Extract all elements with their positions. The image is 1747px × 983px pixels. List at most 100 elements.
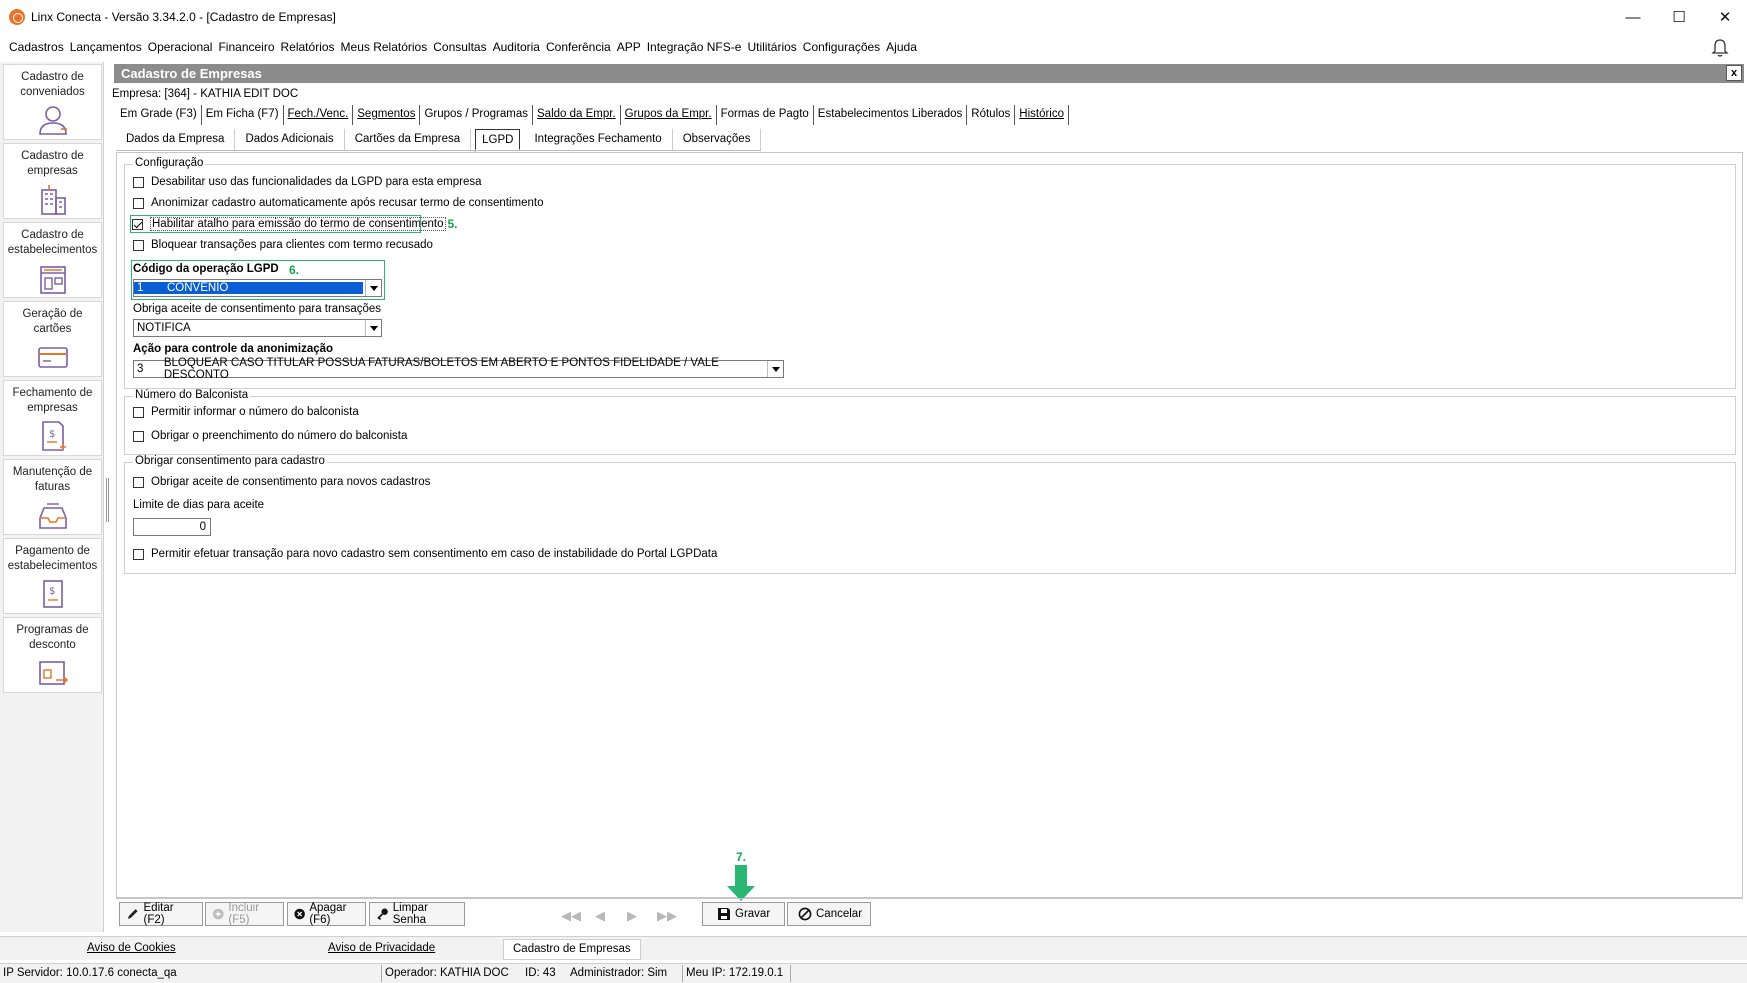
tab-fech-venc[interactable]: Fech./Venc.: [284, 105, 354, 125]
sidebar-item-label: Geração de cartões: [22, 308, 83, 335]
checkbox-row[interactable]: Permitir efetuar transação para novo cad…: [133, 548, 717, 560]
panel-close-button[interactable]: x: [1726, 65, 1742, 81]
sidebar-item-programas[interactable]: Programas de desconto: [3, 617, 102, 693]
tab-lgpd[interactable]: LGPD: [475, 129, 521, 150]
tab-em-grade[interactable]: Em Grade (F3): [116, 105, 202, 125]
acao-anonimizacao-select[interactable]: 3 BLOQUEAR CASO TITULAR POSSUA FATURAS/B…: [133, 357, 784, 381]
maximize-button[interactable]: ☐: [1656, 0, 1702, 34]
title-bar: Linx Conecta - Versão 3.34.2.0 - [Cadast…: [0, 0, 1747, 34]
tab-em-ficha[interactable]: Em Ficha (F7): [201, 105, 284, 125]
menu-relatorios[interactable]: Relatórios: [281, 40, 335, 54]
menu-lancamentos[interactable]: Lançamentos: [70, 40, 142, 54]
checkbox-anonimizar[interactable]: [133, 197, 144, 209]
incluir-button[interactable]: Incluir (F5): [205, 902, 284, 926]
last-record-icon[interactable]: ▶▶: [657, 908, 677, 923]
menu-auditoria[interactable]: Auditoria: [493, 40, 540, 54]
menu-meus-relatorios[interactable]: Meus Relatórios: [341, 40, 428, 54]
menu-conferencia[interactable]: Conferência: [546, 40, 611, 54]
status-id: ID: 43: [525, 967, 556, 979]
checkbox-row[interactable]: Permitir informar o número do balconista: [133, 406, 359, 418]
window-tab-cadastro-empresas[interactable]: Cadastro de Empresas: [503, 939, 641, 960]
obriga-aceite-select[interactable]: NOTIFICA: [133, 319, 382, 337]
checkbox-permitir-balconista[interactable]: [133, 406, 144, 418]
codigo-operacao-select[interactable]: 1 CONVÊNIO: [133, 279, 382, 297]
sidebar-item-conveniados[interactable]: Cadastro de conveniados: [3, 64, 102, 140]
checkbox-row[interactable]: Habilitar atalho para emissão do termo d…: [130, 215, 458, 233]
checkbox-row[interactable]: Desabilitar uso das funcionalidades da L…: [133, 176, 482, 188]
aviso-privacidade-link[interactable]: Aviso de Privacidade: [328, 942, 435, 954]
checkbox-label: Obrigar aceite de consentimento para nov…: [151, 476, 431, 488]
cancelar-button[interactable]: Cancelar: [787, 902, 871, 926]
tab-dados-adicionais[interactable]: Dados Adicionais: [235, 129, 345, 150]
menu-app[interactable]: APP: [617, 40, 641, 54]
limpar-senha-button[interactable]: Limpar Senha: [369, 902, 465, 926]
menu-operacional[interactable]: Operacional: [148, 40, 213, 54]
sidebar-item-label: Cadastro de empresas: [21, 150, 84, 177]
group-configuracao: Configuração Desabilitar uso das funcion…: [124, 157, 1736, 389]
next-record-icon[interactable]: ▶: [627, 908, 645, 923]
aviso-cookies-link[interactable]: Aviso de Cookies: [87, 942, 176, 954]
menu-integracao-nfse[interactable]: Integração NFS-e: [647, 40, 742, 54]
tab-historico[interactable]: Histórico: [1015, 105, 1070, 125]
checkbox-bloquear-transacoes[interactable]: [133, 239, 144, 251]
button-label: Incluir (F5): [228, 902, 260, 926]
select-value: NOTIFICA: [137, 322, 191, 334]
limite-dias-input[interactable]: 0: [133, 518, 211, 536]
menu-ajuda[interactable]: Ajuda: [886, 40, 917, 54]
sidebar-splitter-handle[interactable]: [106, 478, 109, 522]
menu-cadastros[interactable]: Cadastros: [9, 40, 64, 54]
tab-cartoes-empresa[interactable]: Cartões da Empresa: [345, 129, 472, 150]
sidebar-item-estabelecimentos[interactable]: Cadastro de estabelecimentos: [3, 222, 102, 298]
tab-dados-empresa[interactable]: Dados da Empresa: [116, 129, 236, 150]
menu-utilitarios[interactable]: Utilitários: [747, 40, 796, 54]
tab-integracoes-fechamento[interactable]: Integrações Fechamento: [524, 129, 673, 150]
main-tabs: Em Grade (F3) Em Ficha (F7) Fech./Venc. …: [116, 105, 1070, 125]
tab-saldo-empr[interactable]: Saldo da Empr.: [533, 105, 621, 125]
button-label: Cancelar: [816, 908, 863, 920]
select-value: CONVÊNIO: [164, 282, 363, 294]
checkbox-desabilitar-lgpd[interactable]: [133, 176, 144, 188]
editar-button[interactable]: Editar (F2): [119, 902, 203, 926]
minimize-button[interactable]: —: [1610, 0, 1656, 34]
tab-rotulos[interactable]: Rótulos: [967, 105, 1016, 125]
chevron-down-icon[interactable]: [767, 361, 783, 377]
tab-formas-pagto[interactable]: Formas de Pagto: [717, 105, 814, 125]
bell-icon[interactable]: [1711, 38, 1729, 58]
tab-grupos-empr[interactable]: Grupos da Empr.: [621, 105, 717, 125]
acao-anonimizacao-label: Ação para controle da anonimização: [133, 343, 334, 355]
save-icon: [718, 908, 730, 920]
close-window-button[interactable]: ✕: [1702, 0, 1747, 34]
sub-tabs: Dados da Empresa Dados Adicionais Cartõe…: [116, 129, 762, 151]
checkbox-permitir-sem-consentimento[interactable]: [133, 548, 144, 560]
checkbox-obrigar-balconista[interactable]: [133, 430, 144, 442]
checkbox-habilitar-atalho[interactable]: [132, 218, 143, 230]
menu-financeiro[interactable]: Financeiro: [218, 40, 274, 54]
checkbox-obrigar-aceite-novos[interactable]: [133, 476, 144, 488]
tab-estabelecimentos-liberados[interactable]: Estabelecimentos Liberados: [814, 105, 968, 125]
sidebar-item-fechamento[interactable]: Fechamento de empresas $: [3, 380, 102, 456]
menu-configuracoes[interactable]: Configurações: [803, 40, 880, 54]
apagar-button[interactable]: Apagar (F6): [287, 902, 366, 926]
checkbox-row[interactable]: Bloquear transações para clientes com te…: [133, 239, 433, 251]
chevron-down-icon[interactable]: [365, 280, 381, 296]
checkbox-row[interactable]: Obrigar o preenchimento do número do bal…: [133, 430, 407, 442]
tab-observacoes[interactable]: Observações: [673, 129, 762, 150]
tab-grupos-programas[interactable]: Grupos / Programas: [420, 105, 533, 125]
tab-segmentos[interactable]: Segmentos: [353, 105, 421, 125]
sidebar-item-faturas[interactable]: Manutenção de faturas: [3, 459, 102, 535]
checkbox-label: Permitir informar o número do balconista: [151, 406, 359, 418]
group-legend: Número do Balconista: [133, 389, 251, 401]
gravar-button[interactable]: Gravar: [702, 902, 785, 926]
chevron-down-icon[interactable]: [365, 320, 381, 336]
sidebar-item-empresas[interactable]: Cadastro de empresas: [3, 143, 102, 219]
sidebar-item-cartoes[interactable]: Geração de cartões: [3, 301, 102, 377]
menu-consultas[interactable]: Consultas: [433, 40, 486, 54]
first-record-icon[interactable]: ◀◀: [561, 908, 581, 923]
sidebar-item-label: Cadastro de estabelecimentos: [7, 229, 98, 256]
checkbox-row[interactable]: Obrigar aceite de consentimento para nov…: [133, 476, 430, 488]
checkbox-row[interactable]: Anonimizar cadastro automaticamente após…: [133, 197, 543, 209]
highlight-box: [130, 215, 421, 233]
previous-record-icon[interactable]: ◀: [595, 908, 613, 923]
obriga-aceite-label: Obriga aceite de consentimento para tran…: [133, 303, 382, 315]
sidebar-item-pagamento[interactable]: Pagamento de estabelecimentos $: [3, 538, 102, 614]
